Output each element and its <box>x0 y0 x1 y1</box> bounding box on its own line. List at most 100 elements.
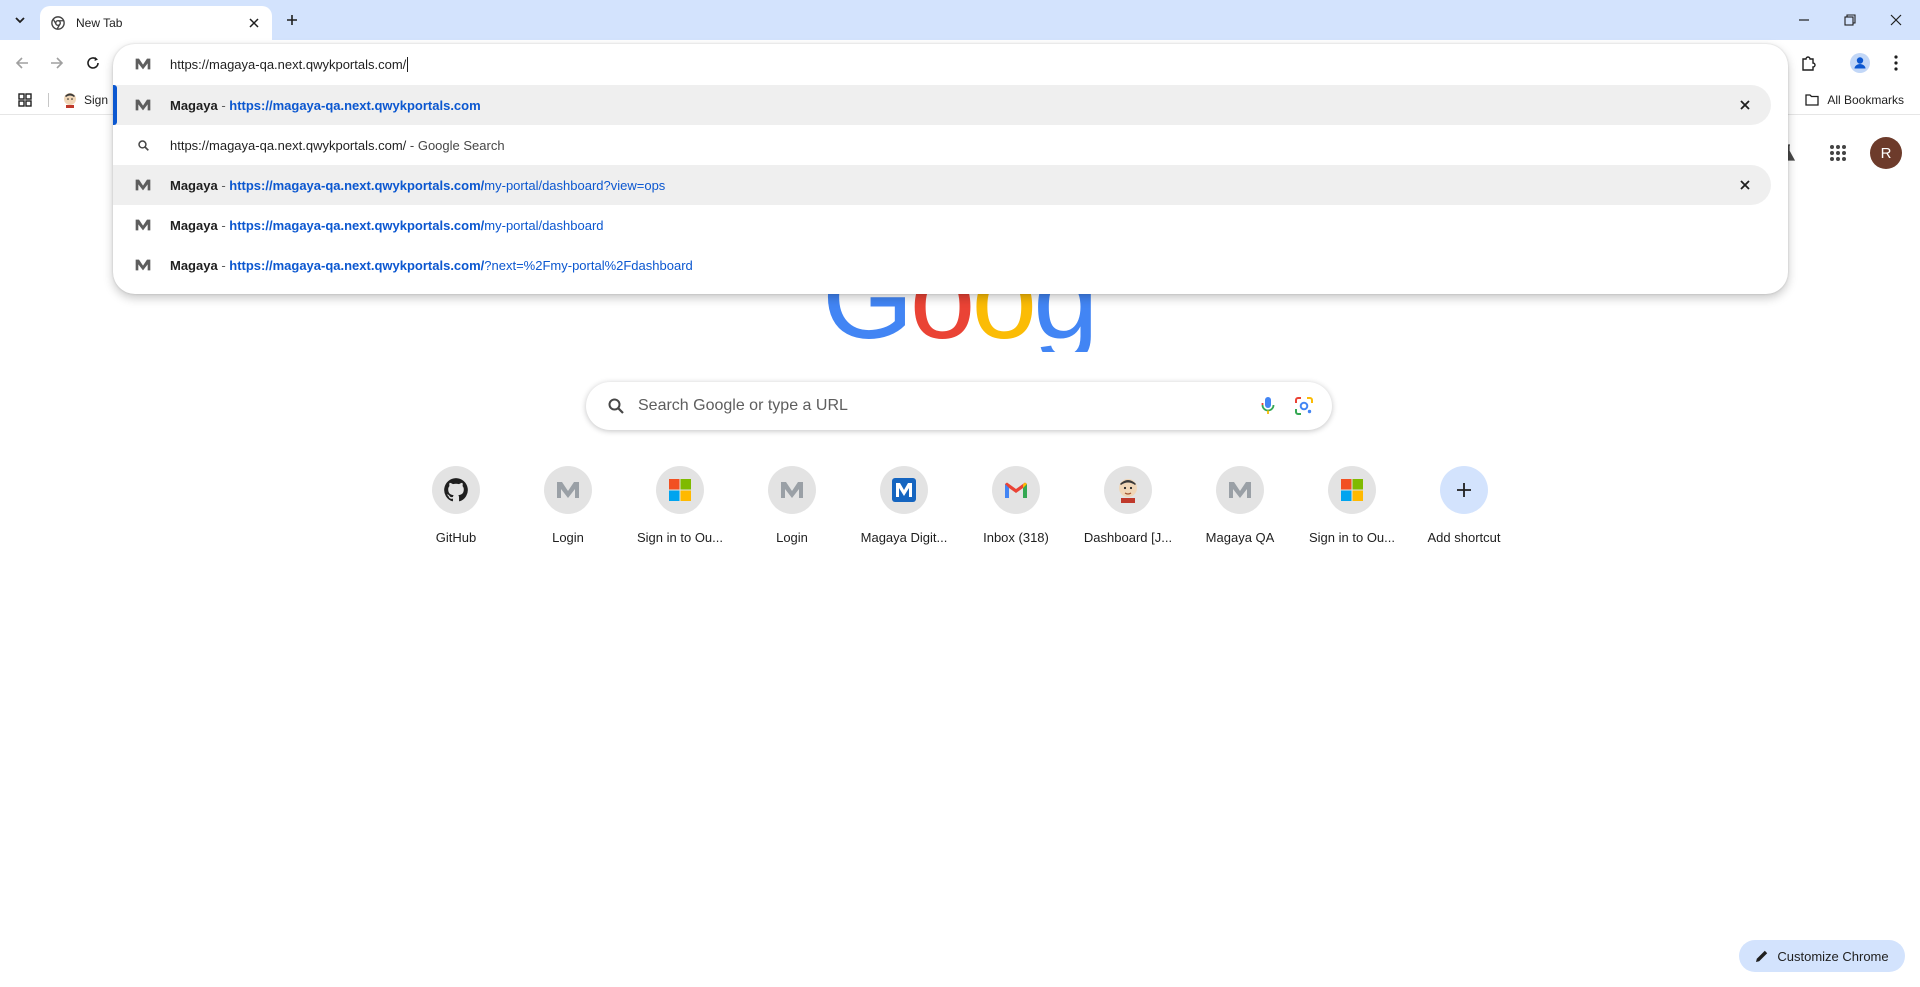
shortcut-tile[interactable]: Magaya Digit... <box>848 464 960 554</box>
shortcut-tile[interactable]: Inbox (318) <box>960 464 1072 554</box>
magaya-m-icon <box>135 217 151 233</box>
mic-icon[interactable] <box>1256 394 1280 418</box>
omnibox-suggestion[interactable]: Magaya - https://magaya-qa.next.qwykport… <box>113 85 1771 125</box>
suggestion-url: https://magaya-qa.next.qwykportals.com <box>229 97 481 113</box>
plus-icon <box>1440 466 1488 514</box>
shortcut-tile[interactable]: Login <box>736 464 848 554</box>
menu-button[interactable] <box>1882 49 1910 77</box>
reload-icon <box>87 57 99 69</box>
puzzle-icon <box>1802 56 1816 71</box>
kebab-menu-icon <box>1894 55 1898 71</box>
google-lens-icon[interactable] <box>1292 394 1316 418</box>
tab-title: New Tab <box>76 16 123 30</box>
shortcut-tile[interactable]: Dashboard [J... <box>1072 464 1184 554</box>
suggestion-text: https://magaya-qa.next.qwykportals.com/ … <box>170 138 505 153</box>
suggestion-text: Magaya - https://magaya-qa.next.qwykport… <box>170 258 693 273</box>
chevron-down-icon <box>15 17 25 24</box>
remove-suggestion-icon[interactable] <box>1733 93 1757 117</box>
chrome-icon <box>50 15 66 31</box>
shortcut-tile[interactable]: Sign in to Ou... <box>1296 464 1408 554</box>
suggestion-url-path: my-portal/dashboard?view=ops <box>484 177 666 193</box>
add-shortcut-button[interactable]: Add shortcut <box>1408 464 1520 554</box>
tab-new-tab[interactable]: New Tab <box>40 6 272 40</box>
google-account-button[interactable]: R <box>1870 137 1902 169</box>
shortcut-label: Dashboard [J... <box>1083 530 1173 545</box>
suggestion-title: Magaya <box>170 257 218 273</box>
shortcut-label: Sign in to Ou... <box>1309 530 1395 545</box>
shortcut-tile[interactable]: Sign in to Ou... <box>624 464 736 554</box>
forward-arrow-icon <box>51 57 64 69</box>
suggestion-title: Magaya <box>170 217 218 233</box>
magaya-m-icon <box>135 58 151 70</box>
magaya-m-icon <box>135 177 151 193</box>
google-apps-grid-icon <box>1830 145 1846 161</box>
search-icon <box>135 137 151 153</box>
close-icon <box>1890 14 1902 26</box>
suggestion-url: https://magaya-qa.next.qwykportals.com/ <box>229 257 485 273</box>
suggestion-title: Magaya <box>170 177 218 193</box>
customize-chrome-label: Customize Chrome <box>1777 948 1889 964</box>
reload-button[interactable] <box>79 49 107 77</box>
shortcut-label: Add shortcut <box>1427 530 1501 545</box>
omnibox-suggestion[interactable]: Magaya - https://magaya-qa.next.qwykport… <box>113 245 1771 285</box>
shortcuts-grid: GitHub Login Sign in to Ou... Login Maga… <box>0 464 1920 554</box>
suggestion-url-path: my-portal/dashboard <box>484 217 604 233</box>
folder-icon <box>1805 94 1819 106</box>
back-arrow-icon <box>15 57 28 69</box>
customize-chrome-button[interactable]: Customize Chrome <box>1739 940 1905 972</box>
shortcut-tile[interactable]: Login <box>512 464 624 554</box>
bookmarks-divider <box>48 93 49 107</box>
google-apps-button[interactable] <box>1822 137 1854 169</box>
apps-shortcut[interactable] <box>16 91 34 109</box>
suggestion-separator: - <box>217 177 230 193</box>
omnibox-suggestion[interactable]: Magaya - https://magaya-qa.next.qwykport… <box>113 205 1771 245</box>
tab-strip: New Tab <box>0 0 1920 40</box>
omnibox-suggestion[interactable]: Magaya - https://magaya-qa.next.qwykport… <box>113 165 1771 205</box>
shortcut-label: Sign in to Ou... <box>637 530 723 545</box>
suggestion-url: https://magaya-qa.next.qwykportals.com/ <box>229 177 485 193</box>
suggestion-query: https://magaya-qa.next.qwykportals.com/ <box>170 137 407 153</box>
omnibox-suggestion[interactable]: https://magaya-qa.next.qwykportals.com/ … <box>113 125 1771 165</box>
bookmark-item[interactable]: Sign <box>62 90 108 110</box>
suggestion-separator: - <box>217 257 230 273</box>
shortcut-tile[interactable]: Magaya QA <box>1184 464 1296 554</box>
address-bar[interactable]: https://magaya-qa.next.qwykportals.com/ <box>113 44 1788 84</box>
gmail-icon <box>992 466 1040 514</box>
microsoft-icon <box>1328 466 1376 514</box>
restore-icon <box>1844 14 1856 26</box>
shortcut-tile[interactable]: GitHub <box>400 464 512 554</box>
new-tab-button[interactable] <box>280 8 304 32</box>
search-placeholder: Search Google or type a URL <box>638 397 848 414</box>
suggestion-url: https://magaya-qa.next.qwykportals.com/ <box>229 217 485 233</box>
pencil-icon <box>1756 950 1768 962</box>
magaya-m-icon <box>135 257 151 273</box>
magaya-m-icon <box>768 466 816 514</box>
tab-search-button[interactable] <box>8 8 32 32</box>
suggestion-text: Magaya - https://magaya-qa.next.qwykport… <box>170 178 665 193</box>
all-bookmarks-label: All Bookmarks <box>1827 93 1904 107</box>
address-input[interactable]: https://magaya-qa.next.qwykportals.com/ <box>170 56 409 72</box>
remove-suggestion-icon[interactable] <box>1733 173 1757 197</box>
plus-icon <box>287 15 297 25</box>
profile-button[interactable] <box>1846 49 1874 77</box>
apps-grid-icon <box>18 93 32 107</box>
magaya-m-icon <box>544 466 592 514</box>
back-button[interactable] <box>8 49 36 77</box>
shortcut-label: Inbox (318) <box>983 530 1049 545</box>
suggestion-text: Magaya - https://magaya-qa.next.qwykport… <box>170 98 481 113</box>
shortcut-label: Login <box>776 530 808 545</box>
forward-button[interactable] <box>43 49 71 77</box>
shortcut-label: Magaya Digit... <box>860 530 948 545</box>
avatar: R <box>1870 137 1902 169</box>
tab-close-icon[interactable] <box>244 13 264 33</box>
close-window-button[interactable] <box>1874 6 1918 34</box>
restore-button[interactable] <box>1828 6 1872 34</box>
suggestion-url-path: ?next=%2Fmy-portal%2Fdashboard <box>484 257 693 273</box>
github-icon <box>432 466 480 514</box>
extensions-button[interactable] <box>1794 49 1822 77</box>
minimize-button[interactable] <box>1782 6 1826 34</box>
omnibox-dropdown: https://magaya-qa.next.qwykportals.com/ … <box>113 44 1788 294</box>
all-bookmarks-button[interactable]: All Bookmarks <box>1805 90 1904 110</box>
google-search-box[interactable]: Search Google or type a URL <box>586 382 1332 430</box>
jenkins-icon <box>1104 466 1152 514</box>
